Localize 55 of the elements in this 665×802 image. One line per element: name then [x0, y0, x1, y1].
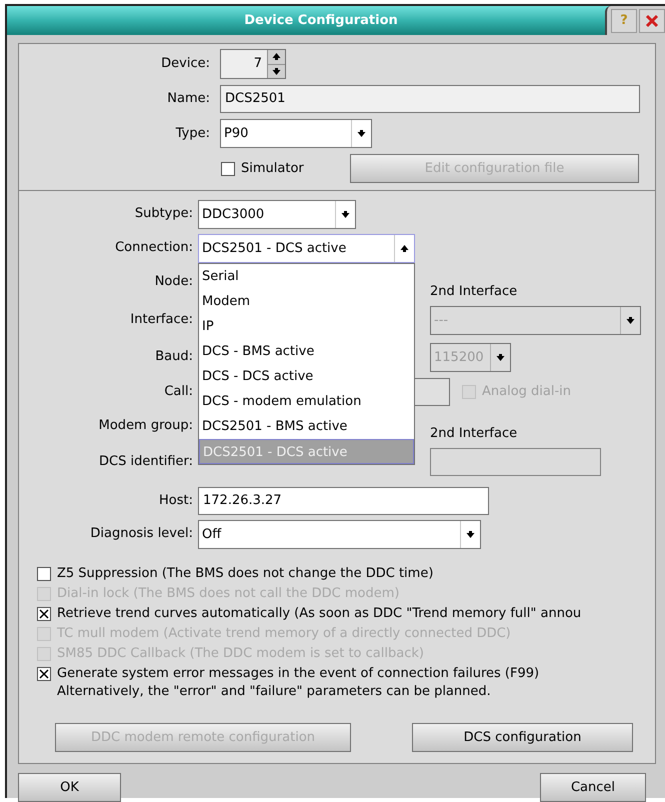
cancel-button[interactable]: Cancel	[540, 773, 646, 802]
checkbox-label: Generate system error messages in the event of connection failures (F99)	[57, 665, 540, 683]
type-dropdown[interactable]: P90	[220, 119, 372, 148]
field-label: Diagnosis level:	[89, 525, 193, 544]
close-button[interactable]	[639, 9, 665, 33]
dropdown-option[interactable]: DCS - BMS active	[199, 339, 414, 364]
checkbox-label: Simulator	[241, 160, 304, 178]
down-arrow-icon	[272, 66, 281, 76]
option-checkbox[interactable]	[37, 607, 51, 621]
call-field[interactable]	[414, 378, 450, 406]
checkbox-label: Analog dial-in	[482, 383, 572, 402]
close-icon	[645, 14, 659, 28]
up-arrow-icon	[400, 244, 409, 252]
down-arrow-icon	[496, 352, 505, 362]
section-heading: 2nd Interface	[430, 424, 518, 442]
connection-dropdown[interactable]: DCS2501 - DCS active	[198, 234, 415, 262]
option-checkbox[interactable]	[37, 567, 51, 581]
dropdown-option[interactable]: IP	[199, 314, 414, 339]
down-arrow-icon	[357, 129, 366, 138]
field-label: Interface:	[129, 311, 193, 330]
field-label: DCS identifier:	[98, 453, 193, 472]
window-title: Device Configuration	[243, 12, 399, 30]
subtype-dropdown[interactable]: DDC3000	[198, 200, 356, 228]
section-heading: 2nd Interface	[430, 282, 518, 300]
dropdown-option[interactable]: DCS2501 - BMS active	[199, 414, 414, 439]
checkbox-label: Z5 Suppression (The BMS does not change the DDC time)	[57, 565, 434, 583]
field-label: Call:	[163, 383, 193, 402]
name-field[interactable]: DCS2501	[220, 85, 640, 113]
option-checkbox[interactable]	[37, 667, 51, 681]
field-label: Node:	[154, 273, 193, 292]
checkbox-label: Retrieve trend curves automatically (As soon as DDC "Trend memory full" annou	[57, 605, 582, 623]
field-label: Subtype:	[134, 205, 193, 224]
up-arrow-icon	[272, 52, 281, 62]
dropdown-option[interactable]: DCS - modem emulation	[199, 389, 414, 414]
dropdown-option[interactable]: Serial	[199, 264, 414, 289]
field-label: Type:	[174, 124, 210, 143]
action-button[interactable]: DCS configuration	[412, 723, 633, 752]
simulator-checkbox[interactable]	[221, 162, 235, 176]
field-label: Device:	[160, 55, 210, 74]
field-label: Baud:	[154, 348, 193, 366]
field-label: Host:	[158, 492, 193, 510]
option-note: Alternatively, the "error" and "failure" parameters can be planned.	[57, 683, 492, 701]
field-label: Modem group:	[98, 417, 193, 436]
down-arrow-icon	[466, 530, 475, 538]
ok-button[interactable]: OK	[18, 773, 121, 802]
field-label: Connection:	[114, 239, 193, 258]
host-field[interactable]: 172.26.3.27	[198, 487, 489, 515]
device-spinbox[interactable]: 7	[220, 49, 286, 79]
field-label: Name:	[166, 90, 210, 108]
down-arrow-icon	[341, 210, 350, 218]
dropdown-option[interactable]: Modem	[199, 289, 414, 314]
down-arrow-icon	[626, 316, 635, 324]
second-interface-field[interactable]	[430, 448, 601, 476]
dropdown-option[interactable]: DCS - DCS active	[199, 364, 414, 389]
diagnosis-level-dropdown[interactable]: Off	[198, 520, 481, 548]
